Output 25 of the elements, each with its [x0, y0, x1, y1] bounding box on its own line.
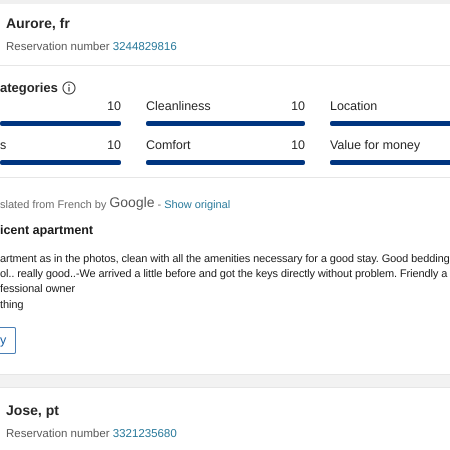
reservation-text: Reservation number 3244829816 — [6, 40, 177, 55]
guest-name: Aurore, fr — [6, 14, 71, 33]
show-original-link[interactable]: Show original — [164, 196, 230, 213]
review-text: artment as in the photos, clean with all the amenities necessary for a good stay. Good bedding — [0, 252, 450, 267]
category-label: Comfort — [146, 137, 190, 154]
translation-note: slated from French by — [0, 198, 106, 212]
section-title: ategories — [0, 79, 58, 98]
review-text: fessional owner — [0, 282, 76, 298]
category-label: Value for money — [330, 137, 420, 154]
reservation-text: Reservation number 3321235680 — [6, 426, 177, 442]
category-score: 10 — [291, 98, 305, 116]
review-title: icent apartment — [0, 222, 94, 239]
category-label: Location — [330, 98, 378, 116]
reply-button[interactable]: y — [0, 326, 16, 354]
review-text: ol.. really good..-We arrived a little before and got the keys directly without problem. Friendly a — [0, 267, 448, 282]
category-score: 10 — [107, 98, 121, 116]
guest-name: Jose, pt — [6, 400, 60, 420]
category-score: 10 — [107, 137, 121, 154]
category-score: 10 — [291, 137, 305, 154]
info-icon[interactable] — [62, 81, 76, 95]
category-label: Cleanliness — [146, 98, 211, 116]
separator-text: - — [158, 198, 162, 212]
review-text: thing — [0, 298, 24, 313]
category-label: s — [0, 137, 6, 154]
provider-logo: Google — [109, 193, 155, 212]
